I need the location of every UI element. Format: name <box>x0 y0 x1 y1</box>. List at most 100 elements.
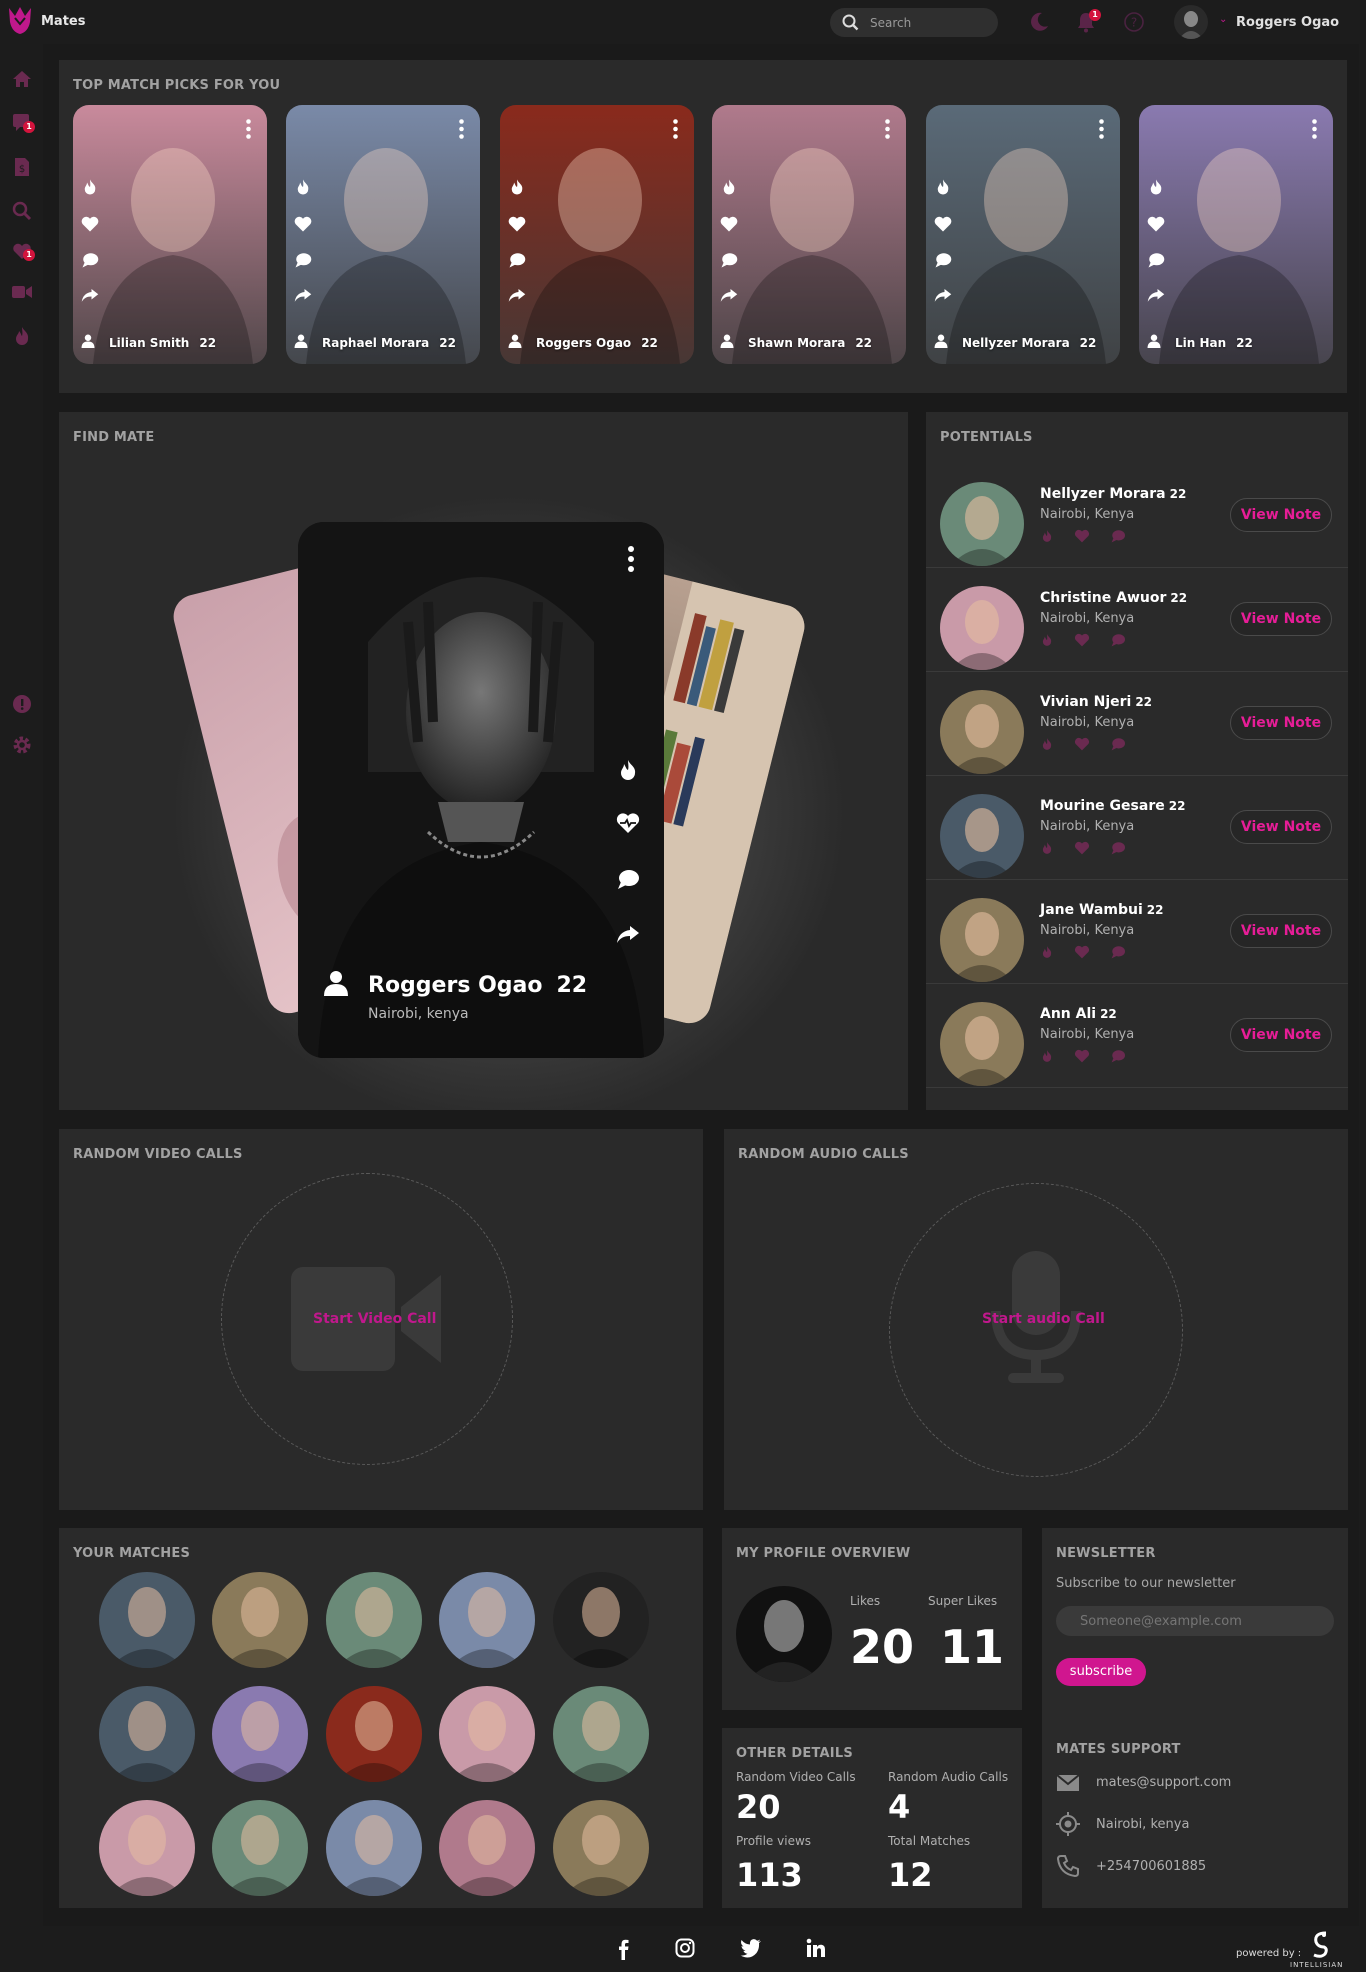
billing-icon[interactable]: $ <box>10 155 34 179</box>
top-pick-card[interactable]: Nellyzer Morara 22 <box>926 105 1120 364</box>
match-avatar[interactable] <box>326 1800 422 1896</box>
flame-icon[interactable] <box>1040 841 1054 855</box>
twitter-icon[interactable] <box>740 1938 762 1958</box>
support-email[interactable]: mates@support.com <box>1056 1774 1231 1796</box>
match-avatar[interactable] <box>439 1800 535 1896</box>
heartbeat-icon[interactable] <box>720 215 738 233</box>
chat-icon[interactable] <box>1110 1049 1126 1063</box>
settings-gear-icon[interactable] <box>10 733 34 757</box>
chat-icon[interactable] <box>81 251 99 269</box>
potential-row[interactable]: Christine Awuor 22 Nairobi, Kenya View Note <box>926 568 1348 672</box>
top-pick-card[interactable]: Shawn Morara 22 <box>712 105 906 364</box>
share-icon[interactable] <box>720 287 738 303</box>
match-avatar[interactable] <box>326 1686 422 1782</box>
flame-icon[interactable] <box>1147 177 1165 197</box>
match-avatar[interactable] <box>212 1686 308 1782</box>
match-avatar[interactable] <box>99 1572 195 1668</box>
share-icon[interactable] <box>616 924 640 944</box>
flame-icon[interactable] <box>1040 737 1054 751</box>
share-icon[interactable] <box>81 287 99 303</box>
chat-icon[interactable] <box>294 251 312 269</box>
alert-icon[interactable] <box>10 692 34 716</box>
potential-avatar[interactable] <box>940 898 1024 982</box>
flame-icon[interactable] <box>1040 633 1054 647</box>
potential-avatar[interactable] <box>940 1002 1024 1086</box>
potential-row[interactable]: Vivian Njeri 22 Nairobi, Kenya View Note <box>926 672 1348 776</box>
match-avatar[interactable] <box>439 1686 535 1782</box>
chat-icon[interactable] <box>1110 529 1126 543</box>
share-icon[interactable] <box>934 287 952 303</box>
search-nav-icon[interactable] <box>10 199 34 223</box>
chat-icon[interactable] <box>934 251 952 269</box>
flame-icon[interactable] <box>1040 529 1054 543</box>
chat-icon[interactable] <box>1147 251 1165 269</box>
chat-icon[interactable] <box>1110 737 1126 751</box>
flame-icon[interactable] <box>616 758 640 782</box>
more-options-icon[interactable] <box>885 119 890 139</box>
start-video-call-button[interactable]: Start Video Call <box>313 1311 436 1327</box>
share-icon[interactable] <box>1147 287 1165 303</box>
heartbeat-icon[interactable] <box>1074 633 1090 647</box>
flame-icon[interactable] <box>1040 945 1054 959</box>
heartbeat-icon[interactable] <box>934 215 952 233</box>
user-name[interactable]: Roggers Ogao <box>1236 15 1339 30</box>
chat-icon[interactable] <box>508 251 526 269</box>
search-bar[interactable]: Search <box>830 8 998 37</box>
match-avatar[interactable] <box>553 1686 649 1782</box>
heartbeat-icon[interactable] <box>616 812 640 834</box>
chat-icon[interactable] <box>1110 633 1126 647</box>
search-input[interactable]: Search <box>870 16 911 30</box>
top-pick-card[interactable]: Lin Han 22 <box>1139 105 1333 364</box>
match-avatar[interactable] <box>99 1800 195 1896</box>
tulip-logo-icon[interactable] <box>6 4 34 36</box>
more-options-icon[interactable] <box>1312 119 1317 139</box>
flame-icon[interactable] <box>934 177 952 197</box>
home-icon[interactable] <box>10 67 34 91</box>
top-pick-card[interactable]: Lilian Smith 22 <box>73 105 267 364</box>
support-phone[interactable]: +254700601885 <box>1056 1854 1206 1882</box>
start-audio-call-button[interactable]: Start audio Call <box>982 1311 1105 1327</box>
view-note-button[interactable]: View Note <box>1230 706 1332 740</box>
potential-row[interactable]: Jane Wambui 22 Nairobi, Kenya View Note <box>926 880 1348 984</box>
view-note-button[interactable]: View Note <box>1230 498 1332 532</box>
flame-icon[interactable] <box>10 324 34 348</box>
heartbeat-icon[interactable] <box>294 215 312 233</box>
match-avatar[interactable] <box>553 1572 649 1668</box>
flame-icon[interactable] <box>81 177 99 197</box>
chat-icon[interactable] <box>720 251 738 269</box>
match-avatar[interactable] <box>439 1572 535 1668</box>
chat-icon[interactable] <box>1110 945 1126 959</box>
match-avatar[interactable] <box>326 1572 422 1668</box>
instagram-icon[interactable] <box>675 1938 695 1958</box>
subscribe-button[interactable]: subscribe <box>1056 1658 1146 1686</box>
heartbeat-icon[interactable] <box>1147 215 1165 233</box>
potential-row[interactable]: Ann Ali 22 Nairobi, Kenya View Note <box>926 984 1348 1088</box>
heartbeat-icon[interactable] <box>1074 841 1090 855</box>
top-pick-card[interactable]: Roggers Ogao 22 <box>500 105 694 364</box>
potential-avatar[interactable] <box>940 794 1024 878</box>
profile-avatar[interactable] <box>736 1586 832 1682</box>
view-note-button[interactable]: View Note <box>1230 602 1332 636</box>
share-icon[interactable] <box>508 287 526 303</box>
match-avatar[interactable] <box>212 1800 308 1896</box>
chat-icon[interactable] <box>1110 841 1126 855</box>
potential-avatar[interactable] <box>940 586 1024 670</box>
video-call-icon[interactable] <box>10 280 34 304</box>
help-icon[interactable]: ? <box>1122 10 1146 34</box>
more-options-icon[interactable] <box>628 546 634 572</box>
heartbeat-icon[interactable] <box>1074 737 1090 751</box>
heartbeat-icon[interactable] <box>1074 945 1090 959</box>
heartbeat-icon[interactable] <box>1074 529 1090 543</box>
view-note-button[interactable]: View Note <box>1230 914 1332 948</box>
potential-row[interactable]: Mourine Gesare 22 Nairobi, Kenya View Note <box>926 776 1348 880</box>
heartbeat-icon[interactable] <box>508 215 526 233</box>
match-avatar[interactable] <box>212 1572 308 1668</box>
heartbeat-icon[interactable] <box>1074 1049 1090 1063</box>
linkedin-icon[interactable] <box>806 1938 826 1958</box>
more-options-icon[interactable] <box>1099 119 1104 139</box>
flame-icon[interactable] <box>294 177 312 197</box>
flame-icon[interactable] <box>508 177 526 197</box>
user-avatar[interactable] <box>1174 5 1208 39</box>
chevron-down-icon[interactable]: ⌄ <box>1219 14 1227 25</box>
facebook-icon[interactable] <box>614 1938 634 1960</box>
